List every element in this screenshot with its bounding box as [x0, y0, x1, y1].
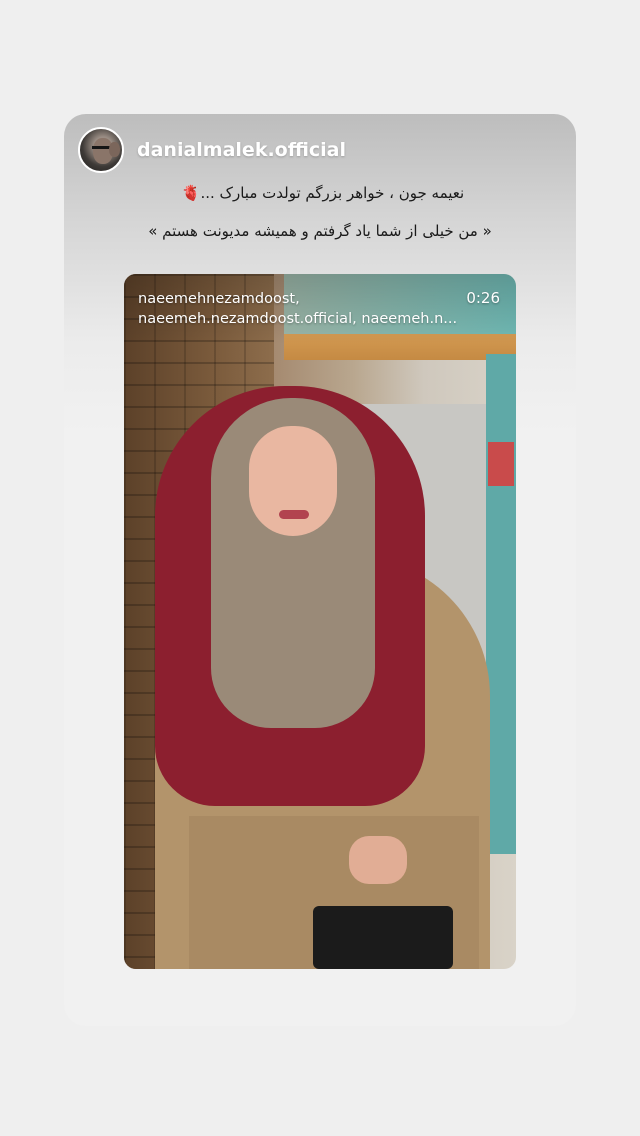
heart-icon: 🫀 [181, 184, 201, 202]
post-header[interactable]: danialmalek.official [78, 126, 346, 174]
story-screen: danialmalek.official نعیمه جون ، خواهر ب… [0, 0, 640, 1136]
video-duration: 0:26 [466, 289, 500, 307]
lips [279, 510, 309, 519]
person-figure [149, 386, 494, 969]
username[interactable]: danialmalek.official [137, 139, 346, 161]
hands [349, 836, 407, 884]
tagged-accounts[interactable]: naeemehnezamdoost, naeemeh.nezamdoost.of… [138, 289, 468, 329]
caption-text-1: نعیمه جون ، خواهر بزرگم تولدت مبارک ... [200, 184, 465, 202]
handbag [313, 906, 453, 969]
caption-line-1: نعیمه جون ، خواهر بزرگم تولدت مبارک ...🫀 [64, 184, 576, 202]
caption-line-2: « من خیلی از شما یاد گرفتم و همیشه مدیون… [148, 222, 492, 240]
face [249, 426, 337, 536]
avatar-hand [109, 142, 120, 157]
avatar[interactable] [78, 127, 124, 173]
video-thumbnail[interactable]: naeemehnezamdoost, naeemeh.nezamdoost.of… [124, 274, 516, 969]
tagged-line-1[interactable]: naeemehnezamdoost, [138, 289, 468, 309]
tagged-line-2[interactable]: naeemeh.nezamdoost.official, naeemeh.n..… [138, 309, 468, 329]
shared-post-card[interactable]: danialmalek.official نعیمه جون ، خواهر ب… [64, 114, 576, 1026]
